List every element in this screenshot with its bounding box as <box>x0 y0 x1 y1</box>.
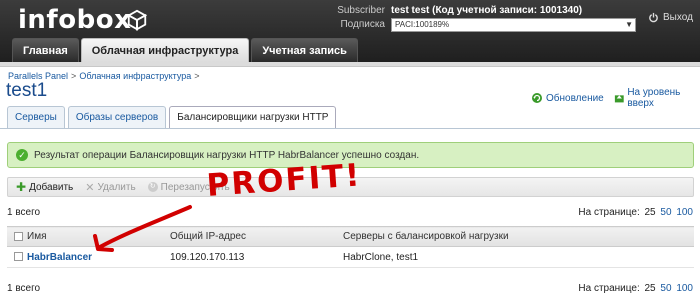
refresh-icon <box>532 93 542 103</box>
subscriber-value: test test (Код учетной записи: 1001340) <box>391 5 583 16</box>
nav-tab-account[interactable]: Учетная запись <box>251 38 358 62</box>
tab-server-images[interactable]: Образы серверов <box>67 106 167 128</box>
tab-http-balancers[interactable]: Балансировщики нагрузки HTTP <box>169 106 337 128</box>
pager-label: На странице: <box>578 283 640 294</box>
pager-bottom: На странице: 25 50 100 <box>578 283 693 294</box>
tabs-divider <box>0 128 700 129</box>
plan-select[interactable]: PACI:100189% ▼ <box>391 18 636 32</box>
pager-option-100[interactable]: 100 <box>676 207 693 218</box>
plan-select-value: PACI:100189% <box>395 20 450 29</box>
breadcrumb-sep: > <box>71 71 77 81</box>
pager-label: На странице: <box>578 207 640 218</box>
pager-current: 25 <box>644 207 656 218</box>
nav-tab-cloud[interactable]: Облачная инфраструктура <box>80 38 250 62</box>
col-servers[interactable]: Серверы с балансировкой нагрузки <box>343 226 694 247</box>
page-title: test1 <box>6 80 48 101</box>
restart-icon: ↻ <box>147 182 158 192</box>
col-name[interactable]: Имя <box>27 226 170 247</box>
chevron-down-icon: ▼ <box>625 20 633 29</box>
breadcrumb-sep: > <box>194 71 200 81</box>
plan-row: Подписка <box>335 19 389 30</box>
main-nav: Главная Облачная инфраструктура Учетная … <box>12 38 358 62</box>
select-all-checkbox[interactable] <box>14 231 23 241</box>
refresh-label: Обновление <box>546 92 604 104</box>
power-icon <box>649 12 658 23</box>
balancer-name-link[interactable]: HabrBalancer <box>27 252 92 263</box>
folder-up-icon <box>614 95 624 103</box>
delete-icon: ✕ <box>85 181 95 194</box>
pager-option-50[interactable]: 50 <box>660 283 671 294</box>
add-label: Добавить <box>29 181 74 193</box>
logo[interactable]: infobox <box>18 5 131 35</box>
balancers-table: Имя Общий IP-адрес Серверы с балансировк… <box>7 226 694 268</box>
col-ip[interactable]: Общий IP-адрес <box>170 226 343 247</box>
balancer-servers: HabrClone, test1 <box>343 246 694 268</box>
logout-label: Выход <box>663 12 693 23</box>
delete-label: Удалить <box>97 181 136 193</box>
pager-option-100[interactable]: 100 <box>676 283 693 294</box>
cube-icon <box>126 9 148 31</box>
content-tabs: Серверы Образы серверов Балансировщики н… <box>7 106 337 128</box>
add-button[interactable]: ✚ Добавить <box>16 180 73 194</box>
up-level-link[interactable]: На уровень вверх <box>614 87 700 109</box>
subscriber-row: Subscriber test test (Код учетной записи:… <box>335 5 582 16</box>
plus-icon: ✚ <box>16 180 27 194</box>
top-actions: Обновление На уровень вверх <box>531 87 700 109</box>
subscriber-label: Subscriber <box>337 5 385 16</box>
total-count-top: 1 всего <box>7 207 41 218</box>
table-row: HabrBalancer 109.120.170.113 HabrClone, … <box>7 246 694 268</box>
nav-tab-home[interactable]: Главная <box>12 38 79 62</box>
up-level-label: На уровень вверх <box>627 87 681 109</box>
pager-current: 25 <box>644 283 656 294</box>
pager-option-50[interactable]: 50 <box>660 207 671 218</box>
tab-servers[interactable]: Серверы <box>7 106 65 128</box>
logout-button[interactable]: Выход <box>648 12 693 23</box>
table-header-row: Имя Общий IP-адрес Серверы с балансировк… <box>7 226 694 247</box>
total-count-bottom: 1 всего <box>7 283 41 294</box>
success-message-text: Результат операции Балансировщик нагрузк… <box>34 149 420 161</box>
delete-button[interactable]: ✕ Удалить <box>85 181 135 194</box>
plan-label: Подписка <box>340 19 385 30</box>
pager-top: На странице: 25 50 100 <box>578 207 693 218</box>
app-header: infobox Subscriber test test (Код учетной… <box>0 0 700 62</box>
success-icon: ✓ <box>16 149 28 161</box>
row-checkbox[interactable] <box>14 252 23 262</box>
balancer-ip: 109.120.170.113 <box>170 246 343 268</box>
breadcrumb-cloud[interactable]: Облачная инфраструктура <box>79 71 191 81</box>
nav-underbar <box>0 62 700 67</box>
refresh-link[interactable]: Обновление <box>531 87 604 109</box>
